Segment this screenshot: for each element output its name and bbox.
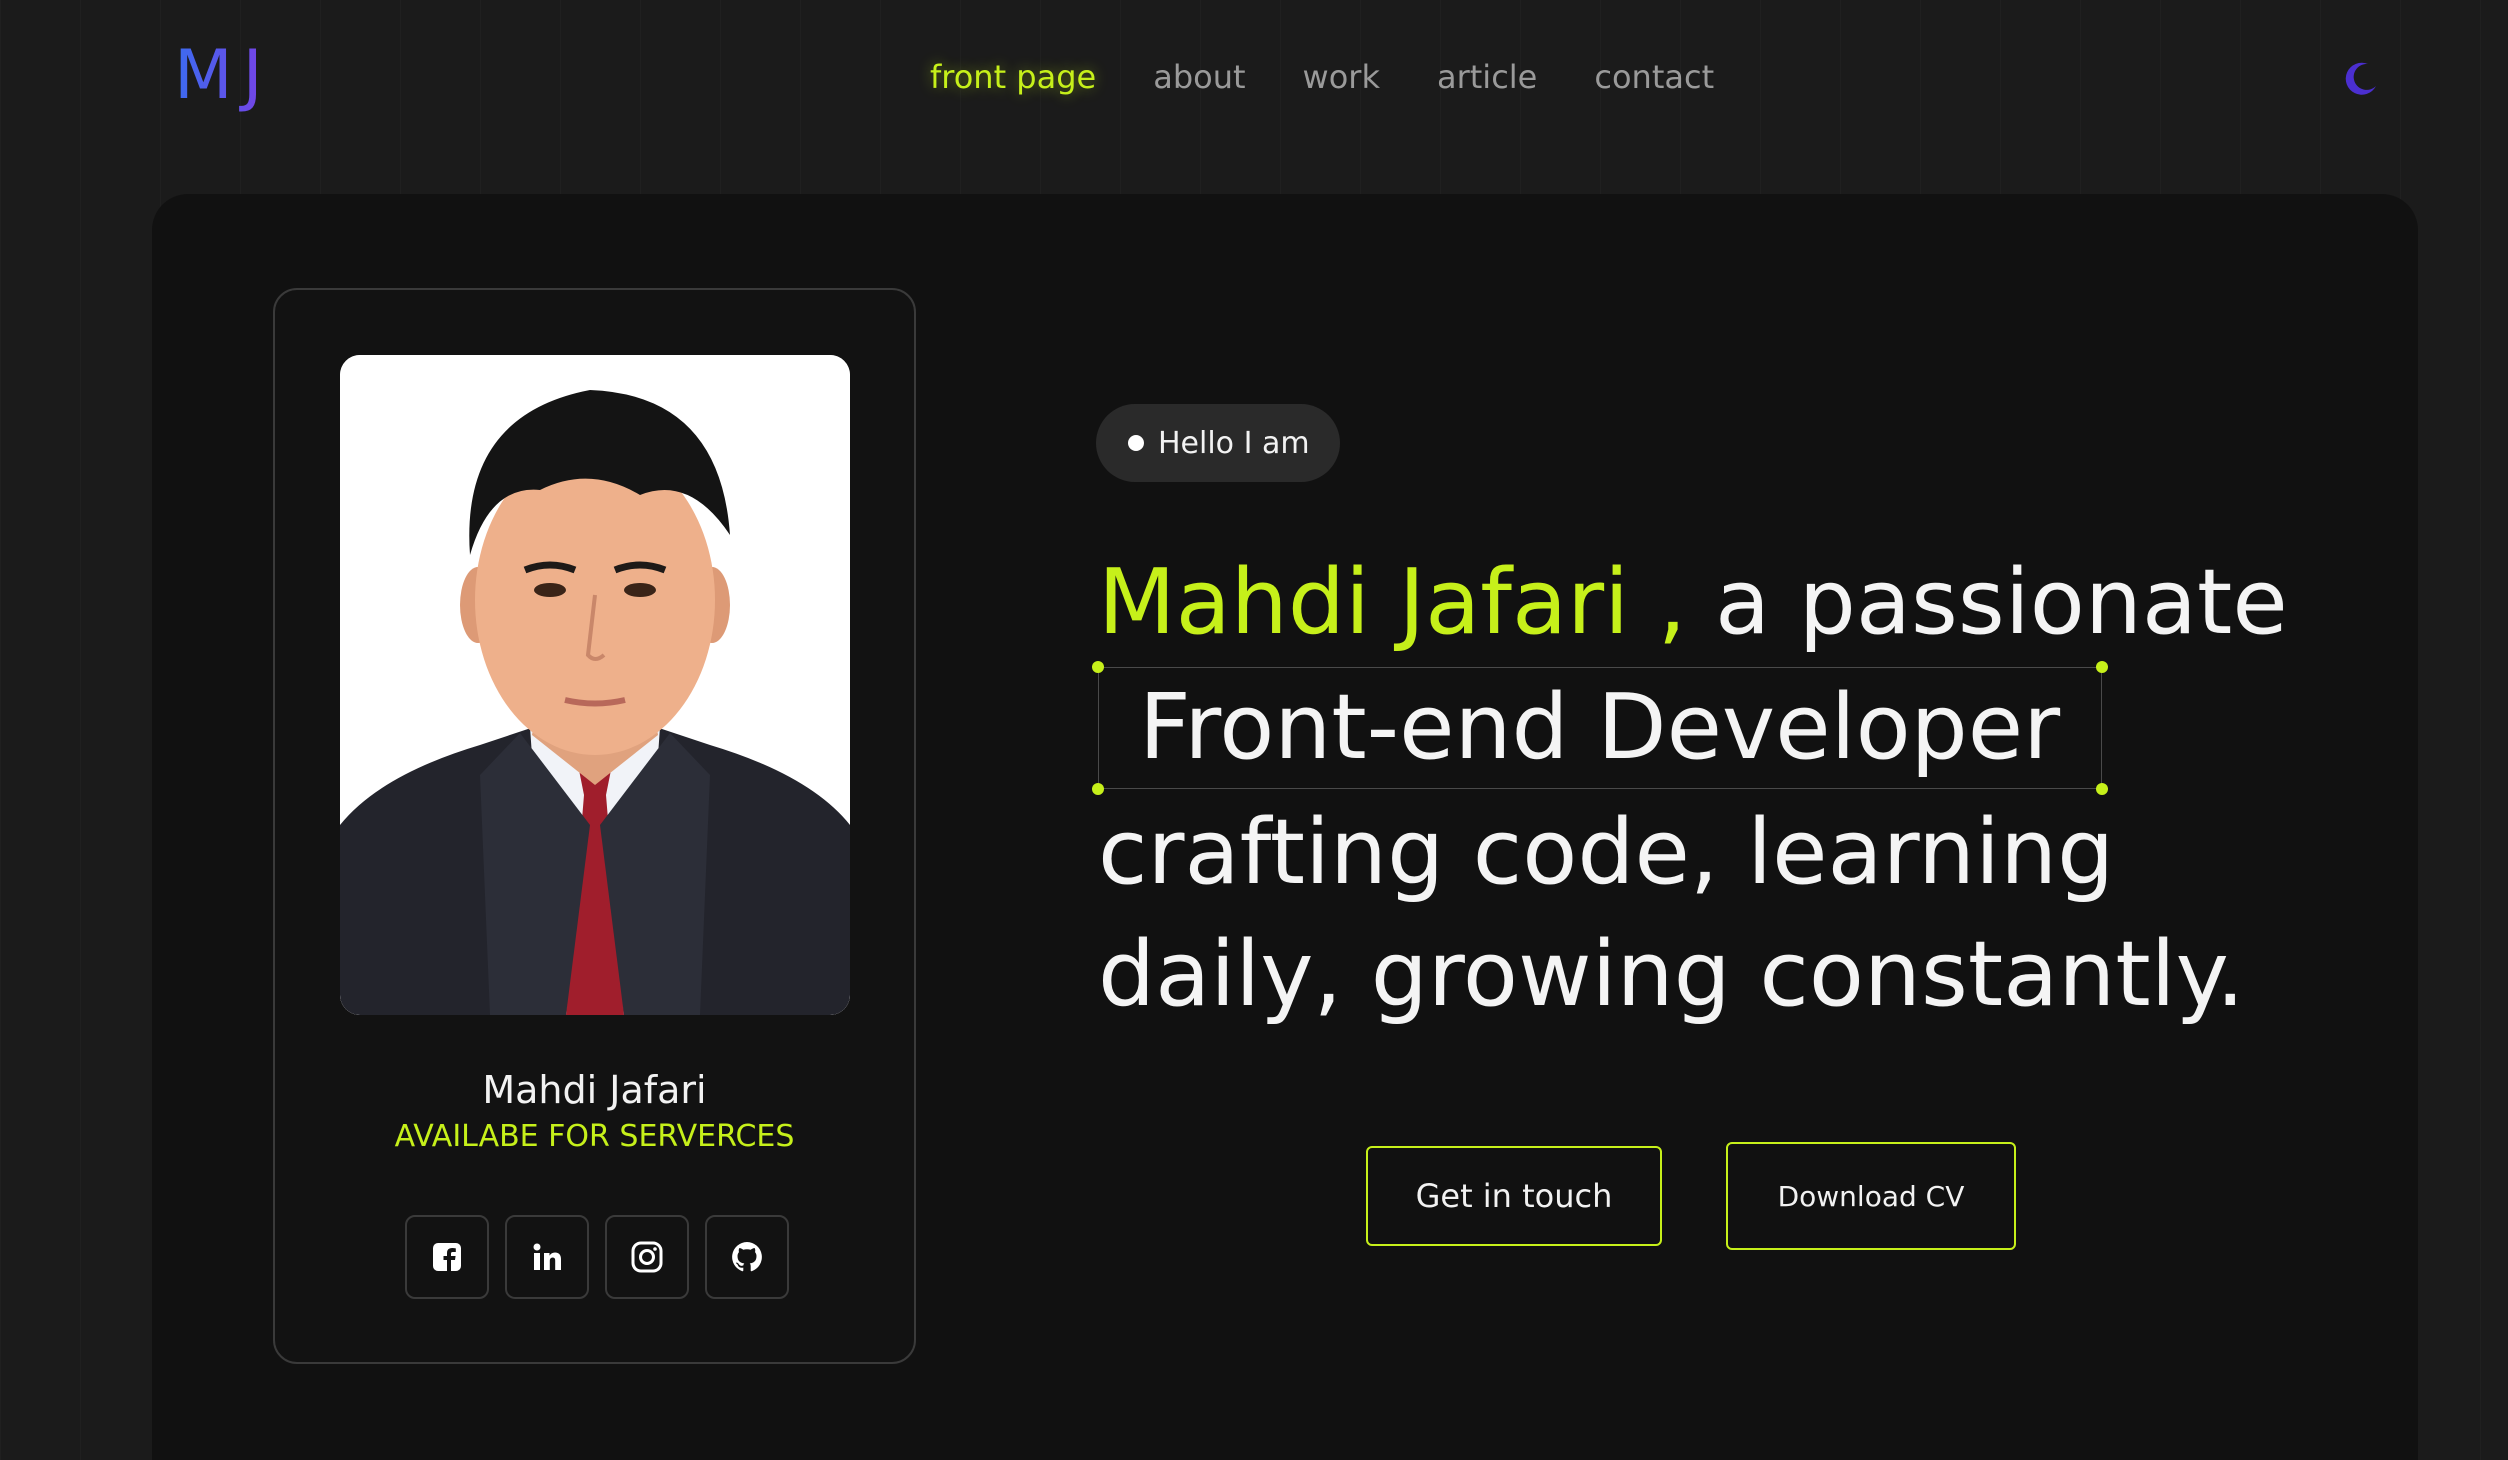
facebook-icon [433,1243,461,1271]
social-links [405,1215,789,1299]
linkedin-icon [533,1243,561,1270]
status-dot-icon [1128,435,1144,451]
hero-role: Front-end Developer [1139,675,2061,780]
get-in-touch-button[interactable]: Get in touch [1366,1146,1662,1246]
facebook-link[interactable] [405,1215,489,1299]
instagram-link[interactable] [605,1215,689,1299]
moon-icon [2345,62,2376,95]
hero-name: Mahdi Jafari , [1098,550,1687,655]
availability-status: AVAILABE FOR SERVERCES [394,1119,795,1154]
profile-photo-illustration [340,355,850,1015]
profile-name: Mahdi Jafari [482,1068,707,1112]
hero-headline-line4: daily, growing constantly. [1098,922,2245,1027]
instagram-icon [631,1241,663,1273]
main-nav: front page about work article contact [930,52,1714,102]
selection-handle [2096,661,2108,673]
hero-line1-rest: a passionate [1686,550,2288,655]
profile-card: Mahdi Jafari AVAILABE FOR SERVERCES [273,288,916,1364]
github-icon [732,1242,762,1272]
theme-toggle-button[interactable] [2340,56,2384,100]
linkedin-link[interactable] [505,1215,589,1299]
profile-photo [340,355,850,1015]
site-logo[interactable]: MJ [174,36,273,116]
selection-handle [1092,661,1104,673]
nav-work[interactable]: work [1303,52,1380,102]
role-highlight-box: Front-end Developer [1092,661,2108,795]
nav-article[interactable]: article [1437,52,1537,102]
hero-headline-line1: Mahdi Jafari , a passionate [1098,540,2338,666]
site-header: MJ front page about work article contact [0,0,2508,160]
nav-front-page[interactable]: front page [930,52,1096,102]
nav-contact[interactable]: contact [1594,52,1714,102]
github-link[interactable] [705,1215,789,1299]
hello-badge-text: Hello I am [1158,425,1310,461]
hello-badge: Hello I am [1096,404,1340,482]
hero-headline-line3: crafting code, learning [1098,800,2115,905]
nav-about[interactable]: about [1153,52,1245,102]
download-cv-button[interactable]: Download CV [1726,1142,2016,1250]
